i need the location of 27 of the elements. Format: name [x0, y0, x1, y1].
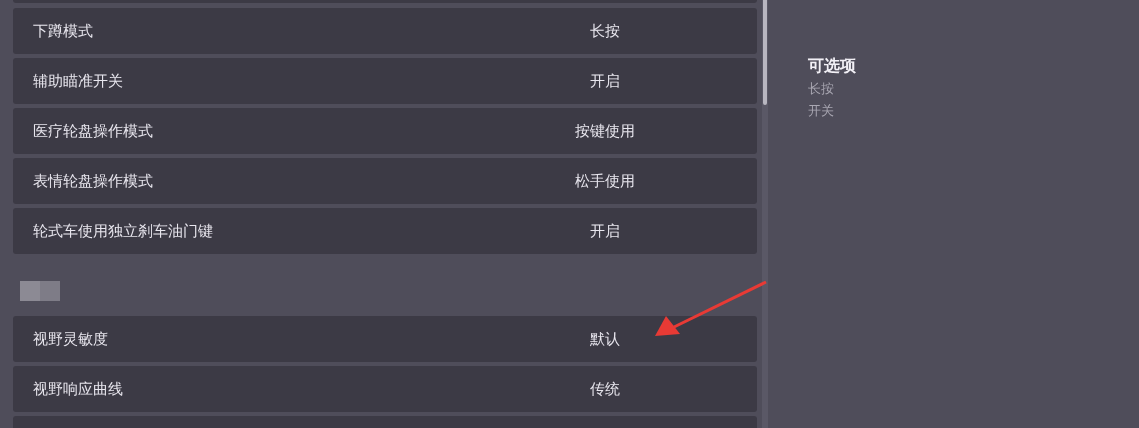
scrollbar-track[interactable] [762, 0, 768, 428]
setting-value: 默认 [589, 328, 621, 350]
setting-row[interactable]: 表情轮盘操作模式 松手使用 [13, 158, 757, 204]
setting-row[interactable]: 辅助瞄准开关 开启 [13, 58, 757, 104]
setting-value: 开启 [589, 70, 621, 92]
setting-row[interactable]: 轮式车使用独立刹车油门键 开启 [13, 208, 757, 254]
setting-value: 传统 [589, 378, 621, 400]
scrollbar-thumb[interactable] [763, 0, 767, 105]
setting-value: 按键使用 [574, 120, 636, 142]
setting-row[interactable]: 视野响应曲线 传统 [13, 366, 757, 412]
options-title: 可选项 [808, 55, 856, 77]
setting-label: 医疗轮盘操作模式 [32, 120, 154, 142]
setting-label: 视野灵敏度 [32, 328, 109, 350]
option-text: 开关 [808, 102, 834, 120]
setting-label: 表情轮盘操作模式 [32, 170, 154, 192]
setting-value: 开启 [589, 220, 621, 242]
setting-row[interactable]: 视野灵敏度 默认 [13, 316, 757, 362]
setting-value: 长按 [589, 20, 621, 42]
setting-label: 下蹲模式 [32, 20, 94, 42]
setting-row[interactable]: 医疗轮盘操作模式 按键使用 [13, 108, 757, 154]
setting-label: 轮式车使用独立刹车油门键 [32, 220, 214, 242]
setting-row[interactable]: 下蹲模式 长按 [13, 8, 757, 54]
option-text: 长按 [808, 80, 834, 98]
blurred-heading [20, 281, 60, 301]
setting-label: 视野响应曲线 [32, 378, 124, 400]
setting-label: 辅助瞄准开关 [32, 70, 124, 92]
setting-value: 松手使用 [574, 170, 636, 192]
